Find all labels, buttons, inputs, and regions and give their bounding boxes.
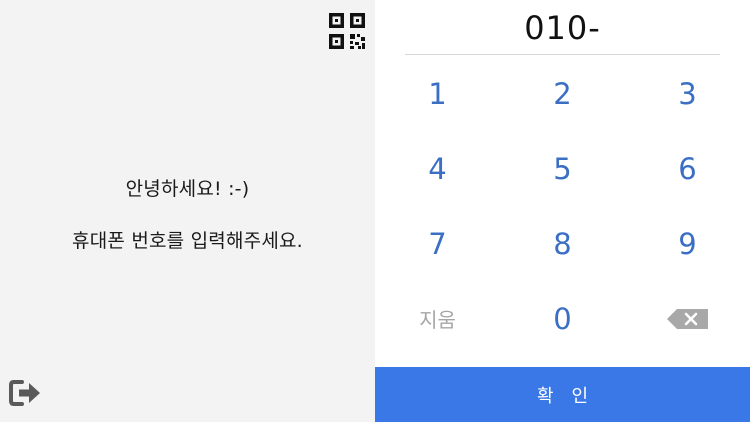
key-0[interactable]: 0	[500, 281, 625, 356]
welcome-panel: 안녕하세요! :-) 휴대폰 번호를 입력해주세요.	[0, 0, 375, 422]
greeting-text: 안녕하세요! :-)	[125, 178, 250, 200]
key-8[interactable]: 8	[500, 206, 625, 281]
key-3[interactable]: 3	[625, 56, 750, 131]
exit-icon	[9, 380, 40, 406]
backspace-button[interactable]	[625, 281, 750, 356]
key-4[interactable]: 4	[375, 131, 500, 206]
instruction-text: 휴대폰 번호를 입력해주세요.	[72, 230, 303, 252]
key-7[interactable]: 7	[375, 206, 500, 281]
checkin-screen: 안녕하세요! :-) 휴대폰 번호를 입력해주세요. 010- 1 2 3 4 …	[0, 0, 750, 422]
phone-number-display: 010-	[405, 0, 720, 55]
key-2[interactable]: 2	[500, 56, 625, 131]
key-1[interactable]: 1	[375, 56, 500, 131]
key-5[interactable]: 5	[500, 131, 625, 206]
numeric-keypad: 1 2 3 4 5 6 7 8 9 지움 0	[375, 56, 750, 356]
backspace-icon	[666, 308, 708, 329]
exit-button[interactable]	[9, 379, 43, 407]
qr-code-button[interactable]	[328, 12, 366, 50]
key-9[interactable]: 9	[625, 206, 750, 281]
clear-button[interactable]: 지움	[375, 281, 500, 356]
key-6[interactable]: 6	[625, 131, 750, 206]
keypad-panel: 010- 1 2 3 4 5 6 7 8 9 지움 0 확인	[375, 0, 750, 422]
confirm-button[interactable]: 확인	[375, 367, 750, 422]
qr-code-icon	[329, 13, 365, 49]
